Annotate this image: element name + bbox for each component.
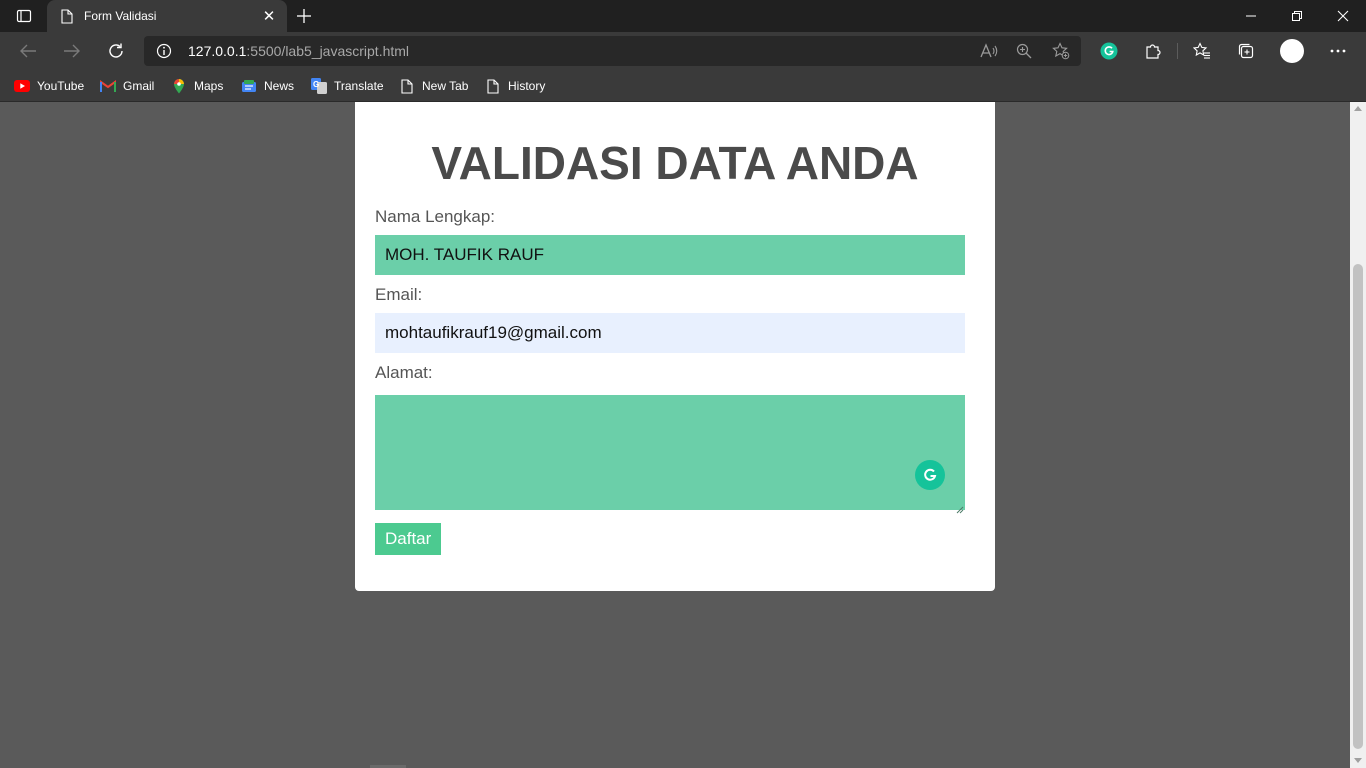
more-options-icon[interactable] [1326,39,1350,63]
vertical-scrollbar[interactable] [1350,102,1366,768]
resize-handle-icon[interactable] [956,501,964,514]
site-info-icon[interactable] [156,43,172,59]
minimize-icon[interactable] [1228,0,1274,32]
bookmark-maps[interactable]: Maps [171,76,223,96]
url-host: 127.0.0.1 [188,43,247,59]
forward-icon[interactable] [57,37,87,65]
profile-avatar[interactable] [1279,38,1305,64]
bookmark-label: News [264,79,295,93]
refresh-icon[interactable] [101,37,131,65]
page-icon [59,8,75,24]
page-viewport: VALIDASI DATA ANDA Nama Lengkap: MOH. TA… [0,102,1350,768]
page-icon [485,78,501,94]
youtube-icon [14,78,30,94]
email-label: Email: [375,285,423,304]
favorites-icon[interactable] [1190,39,1214,63]
read-aloud-icon[interactable] [979,41,999,61]
bookmark-gmail[interactable]: Gmail [100,76,154,96]
address-label: Alamat: [375,363,433,382]
url-text[interactable]: 127.0.0.1:5500/lab5_javascript.html [188,43,409,59]
collections-icon[interactable] [1234,39,1258,63]
bookmark-history[interactable]: History [485,76,545,96]
scroll-down-icon[interactable] [1354,758,1362,763]
address-bar[interactable]: 127.0.0.1:5500/lab5_javascript.html [144,36,1081,66]
new-tab-icon[interactable] [292,4,316,28]
bookmark-label: Gmail [123,79,155,93]
email-field[interactable]: mohtaufikrauf19@gmail.com [375,313,965,353]
tab-bar: Form Validasi ✕ [0,0,1366,32]
tab-actions-icon[interactable] [8,4,40,28]
bookmark-news[interactable]: News [241,76,294,96]
translate-icon: G [311,78,327,94]
bookmark-label: YouTube [37,79,85,93]
news-icon [241,78,257,94]
gmail-icon [100,78,116,94]
bookmark-label: New Tab [422,79,469,93]
bookmark-translate[interactable]: G Translate [311,76,384,96]
page-title: VALIDASI DATA ANDA [431,137,919,189]
bookmark-label: History [508,79,546,93]
back-icon[interactable] [13,37,43,65]
bookmarks-bar: YouTube Gmail Maps News G Translate New … [0,70,1366,102]
name-field[interactable]: MOH. TAUFIK RAUF [375,235,965,275]
bookmark-new-tab[interactable]: New Tab [399,76,468,96]
page-icon [399,78,415,94]
close-window-icon[interactable] [1320,0,1366,32]
scroll-thumb[interactable] [1353,264,1363,749]
tab-form-validasi[interactable]: Form Validasi ✕ [47,0,287,32]
toolbar-divider [1177,43,1178,59]
navigation-toolbar: 127.0.0.1:5500/lab5_javascript.html [0,32,1366,70]
bookmark-label: Maps [194,79,224,93]
submit-button[interactable]: Daftar [375,523,442,555]
bookmark-youtube[interactable]: YouTube [14,76,84,96]
close-tab-icon[interactable]: ✕ [257,4,281,28]
svg-text:G: G [313,80,319,89]
url-path: :5500/lab5_javascript.html [246,43,410,59]
address-textarea[interactable] [375,395,965,514]
add-favorite-icon[interactable] [1051,41,1071,61]
grammarly-extension-icon[interactable] [1097,39,1121,63]
tab-title: Form Validasi [84,9,157,23]
zoom-icon[interactable] [1014,41,1034,61]
maps-icon [171,78,187,94]
bookmark-label: Translate [334,79,384,93]
grammarly-icon[interactable] [915,460,945,490]
validation-form: VALIDASI DATA ANDA Nama Lengkap: MOH. TA… [355,102,995,591]
restore-icon[interactable] [1274,0,1320,32]
name-label: Nama Lengkap: [375,207,496,226]
extensions-icon[interactable] [1141,39,1165,63]
scroll-up-icon[interactable] [1354,106,1362,111]
